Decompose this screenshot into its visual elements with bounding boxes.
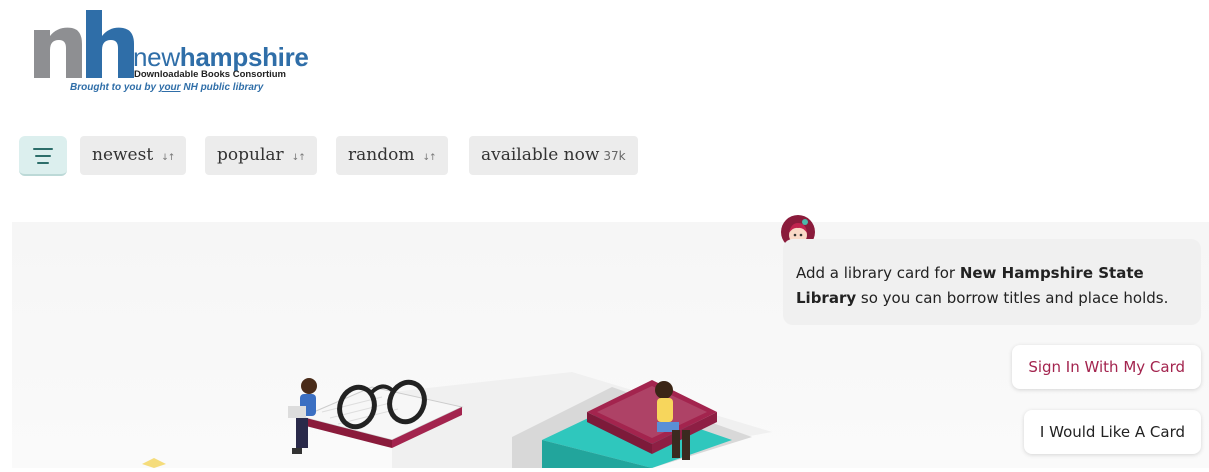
available-count: 37k (603, 149, 626, 163)
sort-arrows-icon: ↓↑ (161, 153, 175, 163)
filter-random[interactable]: random ↓↑ (336, 136, 448, 175)
filter-label: random (348, 145, 415, 165)
filter-label: available now (481, 145, 600, 165)
request-card-button[interactable]: I Would Like A Card (1023, 410, 1201, 454)
logo-subtitle: Downloadable Books Consortium (134, 69, 287, 80)
filter-label: newest (92, 145, 154, 165)
filter-popular[interactable]: popular ↓↑ (205, 136, 317, 175)
filter-label: popular (217, 145, 284, 165)
filter-newest[interactable]: newest ↓↑ (80, 136, 187, 175)
assistant-message: Add a library card for New Hampshire Sta… (783, 239, 1201, 325)
sort-arrows-icon: ↓↑ (291, 153, 306, 163)
site-logo[interactable]: newhampshire Downloadable Books Consorti… (30, 8, 330, 98)
filter-available-now[interactable]: available now 37k (469, 136, 638, 175)
nh-logo-letters (34, 10, 134, 78)
sign-in-with-card-button[interactable]: Sign In With My Card (1012, 345, 1201, 389)
message-text-end: so you can borrow titles and place holds… (856, 289, 1169, 307)
hamburger-icon-line (35, 155, 51, 157)
logo-wordmark: newhampshire (133, 42, 309, 72)
menu-button[interactable] (19, 136, 67, 176)
message-text: Add a library card for (796, 264, 960, 282)
hamburger-icon-line (37, 162, 49, 164)
hamburger-icon (33, 148, 53, 150)
logo-tagline: Brought to you by your NH public library (70, 82, 264, 93)
sort-arrows-icon: ↓↑ (422, 153, 436, 163)
